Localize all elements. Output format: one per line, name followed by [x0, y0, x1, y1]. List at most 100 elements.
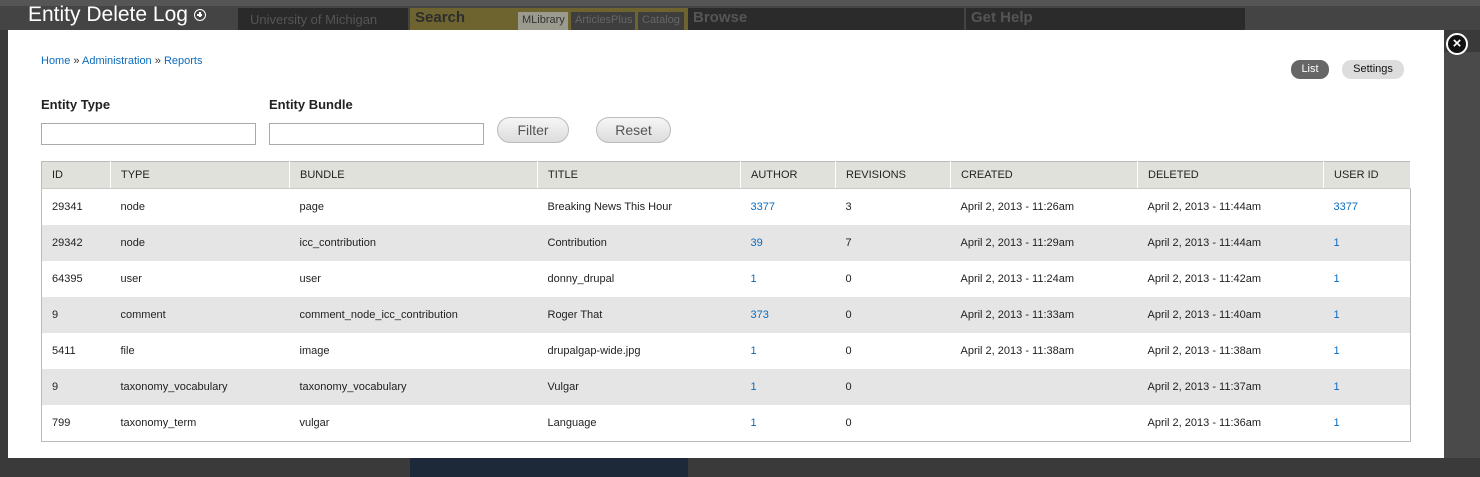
column-header-author[interactable]: AUTHOR: [740, 161, 836, 189]
column-header-revisions[interactable]: REVISIONS: [835, 161, 951, 189]
cell-title: donny_drupal: [537, 261, 741, 297]
entity-type-label: Entity Type: [41, 97, 111, 112]
breadcrumb-administration[interactable]: Administration: [82, 55, 152, 67]
column-header-user-id[interactable]: USER ID: [1323, 161, 1411, 189]
user-id-link[interactable]: 1: [1334, 345, 1340, 357]
background-university-logo: University of Michigan: [238, 8, 408, 30]
cell-id: 29342: [41, 225, 111, 261]
cell-type: node: [110, 225, 290, 261]
cell-revisions: 0: [835, 369, 951, 405]
table-row: 9 taxonomy_vocabulary taxonomy_vocabulary V…: [41, 369, 1411, 405]
user-id-link[interactable]: 3377: [1334, 201, 1358, 213]
entity-type-input[interactable]: [41, 123, 256, 145]
column-header-bundle[interactable]: BUNDLE: [289, 161, 538, 189]
table-row: 29341 node page Breaking News This Hour 3377…: [41, 188, 1411, 225]
author-link[interactable]: 1: [751, 345, 757, 357]
reset-button[interactable]: Reset: [596, 117, 671, 143]
column-header-type[interactable]: TYPE: [110, 161, 290, 189]
table-row: 64395 user user donny_drupal 1 0 April 2, 2013…: [41, 261, 1411, 297]
breadcrumb-reports[interactable]: Reports: [164, 55, 203, 67]
cell-revisions: 0: [835, 261, 951, 297]
cell-user-id: 3377: [1323, 188, 1411, 225]
cell-created: [950, 369, 1138, 405]
browse-label: Browse: [693, 9, 748, 26]
entity-bundle-label: Entity Bundle: [269, 97, 353, 112]
background-header: University of Michigan Search MLibrary A…: [0, 0, 1480, 30]
cell-revisions: 0: [835, 297, 951, 333]
cell-user-id: 1: [1323, 225, 1411, 261]
background-help-menu: Get Help: [966, 8, 1245, 30]
column-header-deleted[interactable]: DELETED: [1137, 161, 1324, 189]
cell-id: 29341: [41, 188, 111, 225]
cell-author: 1: [740, 405, 836, 442]
cell-bundle: taxonomy_vocabulary: [289, 369, 538, 405]
cell-type: node: [110, 188, 290, 225]
breadcrumb-separator: »: [154, 55, 161, 67]
university-label: University of Michigan: [250, 12, 378, 27]
background-search-box: Search MLibrary ArticlesPlus Catalog: [410, 8, 688, 30]
author-link[interactable]: 39: [751, 237, 763, 249]
tab-list[interactable]: List: [1291, 60, 1329, 79]
background-scrollbar-area: [1444, 52, 1480, 458]
breadcrumb: Home » Administration » Reports: [41, 55, 202, 67]
cell-id: 64395: [41, 261, 111, 297]
table-row: 29342 node icc_contribution Contribution 39 7…: [41, 225, 1411, 261]
user-id-link[interactable]: 1: [1334, 237, 1340, 249]
author-link[interactable]: 3377: [751, 201, 775, 213]
cell-user-id: 1: [1323, 261, 1411, 297]
filter-button[interactable]: Filter: [497, 117, 569, 143]
author-link[interactable]: 1: [751, 381, 757, 393]
author-link[interactable]: 1: [751, 417, 757, 429]
entity-delete-log-table: ID TYPE BUNDLE TITLE AUTHOR REVISIONS CR…: [41, 161, 1411, 442]
cell-deleted: April 2, 2013 - 11:38am: [1137, 333, 1324, 369]
table-row: 5411 file image drupalgap-wide.jpg 1 0 April 2…: [41, 333, 1411, 369]
cell-type: comment: [110, 297, 290, 333]
cell-title: Language: [537, 405, 741, 442]
cell-deleted: April 2, 2013 - 11:37am: [1137, 369, 1324, 405]
entity-bundle-input[interactable]: [269, 123, 484, 145]
column-header-title[interactable]: TITLE: [537, 161, 741, 189]
breadcrumb-separator: »: [73, 55, 80, 67]
user-id-link[interactable]: 1: [1334, 309, 1340, 321]
author-link[interactable]: 1: [751, 273, 757, 285]
cell-author: 39: [740, 225, 836, 261]
expand-circle-icon[interactable]: [194, 9, 206, 21]
cell-title: Contribution: [537, 225, 741, 261]
cell-deleted: April 2, 2013 - 11:40am: [1137, 297, 1324, 333]
cell-deleted: April 2, 2013 - 11:42am: [1137, 261, 1324, 297]
cell-deleted: April 2, 2013 - 11:36am: [1137, 405, 1324, 442]
cell-title: drupalgap-wide.jpg: [537, 333, 741, 369]
cell-revisions: 7: [835, 225, 951, 261]
breadcrumb-home[interactable]: Home: [41, 55, 70, 67]
column-header-id[interactable]: ID: [41, 161, 111, 189]
author-link[interactable]: 373: [751, 309, 769, 321]
cell-bundle: image: [289, 333, 538, 369]
cell-id: 9: [41, 297, 111, 333]
cell-created: April 2, 2013 - 11:26am: [950, 188, 1138, 225]
cell-type: file: [110, 333, 290, 369]
cell-deleted: April 2, 2013 - 11:44am: [1137, 188, 1324, 225]
cell-author: 1: [740, 261, 836, 297]
cell-title: Breaking News This Hour: [537, 188, 741, 225]
table-header-row: ID TYPE BUNDLE TITLE AUTHOR REVISIONS CR…: [41, 161, 1411, 189]
user-id-link[interactable]: 1: [1334, 273, 1340, 285]
cell-created: [950, 405, 1138, 442]
user-id-link[interactable]: 1: [1334, 417, 1340, 429]
cell-bundle: icc_contribution: [289, 225, 538, 261]
cell-title: Vulgar: [537, 369, 741, 405]
cell-user-id: 1: [1323, 297, 1411, 333]
overlay-dialog: Home » Administration » Reports List Set…: [8, 30, 1444, 458]
user-id-link[interactable]: 1: [1334, 381, 1340, 393]
cell-revisions: 0: [835, 333, 951, 369]
cell-id: 9: [41, 369, 111, 405]
tab-settings[interactable]: Settings: [1342, 60, 1404, 79]
search-label: Search: [415, 9, 466, 26]
search-tab-articlesplus: ArticlesPlus: [571, 12, 635, 30]
background-browse-menu: Browse: [688, 8, 964, 30]
close-icon[interactable]: ×: [1446, 33, 1468, 55]
background-footer-block: [410, 458, 688, 477]
cell-author: 1: [740, 369, 836, 405]
cell-revisions: 0: [835, 405, 951, 442]
column-header-created[interactable]: CREATED: [950, 161, 1138, 189]
cell-bundle: comment_node_icc_contribution: [289, 297, 538, 333]
